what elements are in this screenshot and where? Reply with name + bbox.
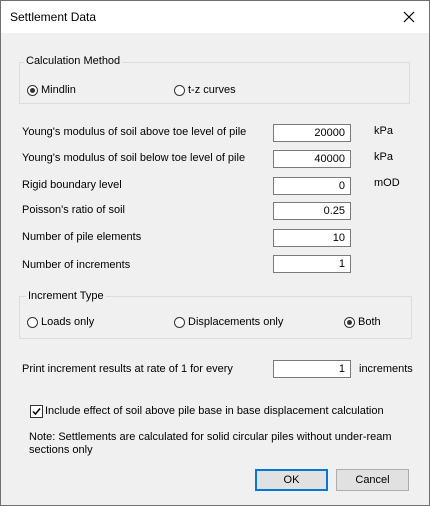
unit-kpa-above: kPa (374, 125, 393, 137)
radio-tz-curves-label: t-z curves (188, 84, 236, 96)
field-label-increments: Number of increments (22, 259, 131, 271)
radio-loads-only-label: Loads only (41, 316, 95, 328)
radio-loads-only[interactable]: Loads only (27, 316, 94, 328)
field-label-rigid-boundary: Rigid boundary level (22, 179, 122, 191)
radio-both[interactable]: Both (344, 316, 381, 328)
include-effect-checkbox[interactable] (30, 405, 43, 418)
e-below-toe-input[interactable]: 40000 (273, 150, 351, 168)
unit-kpa-below: kPa (374, 151, 393, 163)
pile-elements-input[interactable]: 10 (273, 229, 351, 247)
note-line-1: Note: Settlements are calculated for sol… (29, 431, 392, 443)
increment-type-label: Increment Type (26, 290, 106, 302)
field-label-e-above: Young's modulus of soil above toe level … (22, 126, 247, 138)
close-button[interactable] (389, 1, 429, 33)
note-line-2: sections only (29, 444, 93, 456)
print-rate-input[interactable]: 1 (273, 360, 351, 378)
field-label-pile-elements: Number of pile elements (22, 231, 142, 243)
radio-circle (174, 316, 185, 328)
radio-circle-selected (27, 84, 38, 96)
field-label-e-below: Young's modulus of soil below toe level … (22, 152, 246, 164)
radio-tz-curves[interactable]: t-z curves (174, 84, 236, 96)
print-rate-unit: increments (359, 363, 413, 375)
field-label-poisson: Poisson's ratio of soil (22, 204, 125, 216)
increments-input[interactable]: 1 (273, 255, 351, 273)
radio-displacements-only-label: Displacements only (188, 316, 284, 328)
radio-circle (27, 316, 38, 328)
radio-circle-selected (344, 316, 355, 328)
print-rate-label: Print increment results at rate of 1 for… (22, 363, 233, 375)
dialog-title: Settlement Data (10, 10, 97, 24)
radio-mindlin[interactable]: Mindlin (27, 84, 76, 96)
checkmark-icon (32, 408, 41, 416)
radio-both-label: Both (358, 316, 381, 328)
include-effect-label: Include effect of soil above pile base i… (45, 405, 384, 417)
radio-displacements-only[interactable]: Displacements only (174, 316, 283, 328)
e-above-toe-input[interactable]: 20000 (273, 124, 351, 142)
ok-button[interactable]: OK (255, 469, 328, 491)
cancel-button[interactable]: Cancel (336, 469, 409, 491)
close-icon (403, 11, 415, 23)
calculation-method-label: Calculation Method (24, 55, 123, 67)
calculation-method-group (19, 62, 410, 104)
settlement-data-dialog: Settlement Data Calculation Method Mindl… (0, 0, 430, 506)
title-bar: Settlement Data (1, 1, 429, 33)
unit-mod: mOD (374, 177, 400, 189)
radio-circle (174, 84, 185, 96)
poisson-ratio-input[interactable]: 0.25 (273, 202, 351, 220)
radio-mindlin-label: Mindlin (41, 84, 76, 96)
rigid-boundary-input[interactable]: 0 (273, 177, 351, 195)
